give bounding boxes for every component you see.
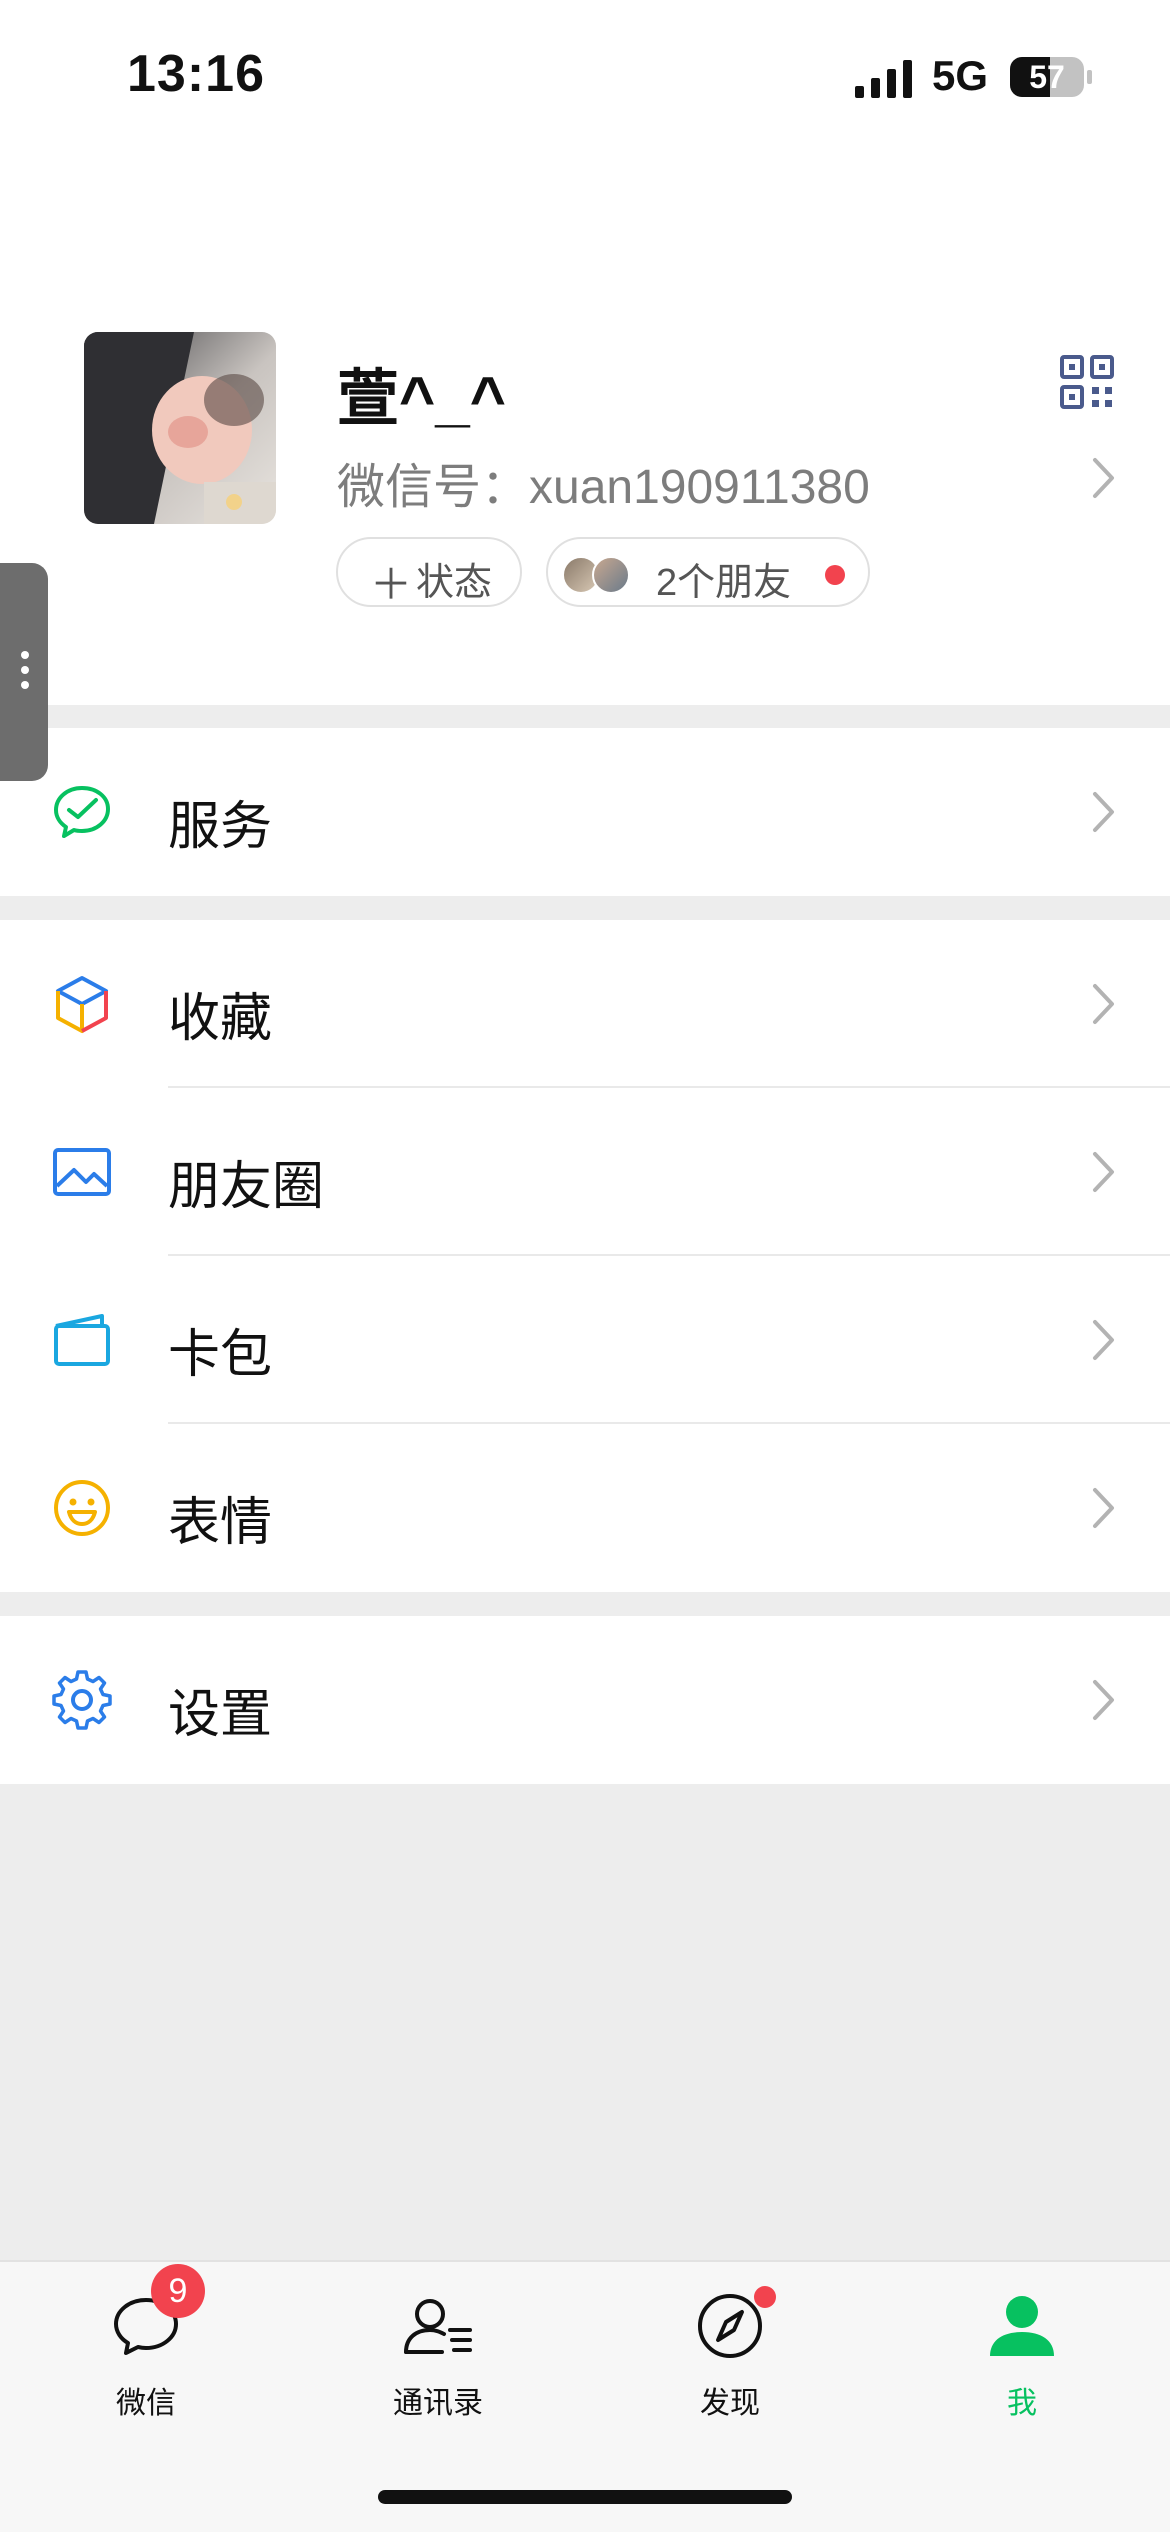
smiley-icon — [54, 1480, 110, 1536]
services-label: 服务 — [168, 798, 273, 856]
plus-icon: ＋ — [370, 561, 413, 608]
qr-code-icon[interactable] — [1060, 355, 1114, 409]
menu-item-favorites[interactable]: 收藏 — [0, 920, 1170, 1088]
friend-avatar — [592, 556, 630, 594]
menu-item-settings[interactable]: 设置 — [0, 1616, 1170, 1784]
chevron-right-icon — [1093, 458, 1114, 498]
contacts-icon — [404, 2299, 472, 2354]
chevron-right-icon — [1093, 984, 1114, 1024]
tab-discover[interactable]: 发现 — [584, 2262, 876, 2442]
add-status-button[interactable]: ＋ 状态 — [336, 537, 522, 608]
main-menu-group: 收藏 朋友圈 卡包 表情 — [0, 920, 1170, 1592]
notification-dot — [825, 565, 845, 585]
battery-icon: 57 — [1010, 57, 1084, 97]
tab-me[interactable]: 我 — [876, 2262, 1168, 2442]
battery-tip — [1087, 70, 1092, 84]
menu-item-stickers[interactable]: 表情 — [0, 1424, 1170, 1592]
status-bar: 13:16 5G 57 — [0, 0, 1170, 150]
more-dots-icon — [21, 651, 29, 696]
stickers-label: 表情 — [168, 1494, 273, 1552]
floating-drag-handle[interactable] — [0, 563, 48, 781]
person-icon — [990, 2296, 1054, 2356]
status-time: 13:16 — [127, 45, 265, 103]
gear-icon — [52, 1670, 112, 1730]
home-indicator — [378, 2490, 792, 2504]
favorites-cube-icon — [56, 976, 108, 1033]
menu-item-cards[interactable]: 卡包 — [0, 1256, 1170, 1424]
profile-nickname: 萱^_^ — [337, 365, 506, 434]
tab-chats-label: 微信 — [116, 2387, 176, 2420]
chevron-right-icon — [1093, 1320, 1114, 1360]
favorites-label: 收藏 — [168, 990, 273, 1048]
tab-contacts-label: 通讯录 — [393, 2387, 483, 2420]
wechat-id: 微信号：xuan190911380 — [337, 461, 870, 514]
avatar[interactable] — [84, 332, 276, 524]
tab-contacts[interactable]: 通讯录 — [292, 2262, 584, 2442]
settings-label: 设置 — [168, 1686, 273, 1744]
network-label: 5G — [932, 52, 989, 99]
settings-group: 设置 — [0, 1616, 1170, 1784]
battery-level: 57 — [1029, 59, 1065, 95]
signal-icon — [855, 60, 912, 98]
profile-header[interactable]: 萱^_^ 微信号：xuan190911380 ＋ 状态 2个朋友 — [0, 150, 1170, 705]
status-label: 状态 — [416, 562, 493, 604]
cards-label: 卡包 — [168, 1326, 273, 1384]
services-icon — [54, 786, 110, 838]
card-wallet-icon — [54, 1314, 110, 1366]
discover-dot — [754, 2286, 776, 2308]
moments-image-icon — [53, 1148, 111, 1196]
chevron-right-icon — [1093, 1488, 1114, 1528]
chevron-right-icon — [1093, 1680, 1114, 1720]
tab-discover-label: 发现 — [700, 2387, 760, 2420]
friends-count-label: 2个朋友 — [656, 562, 792, 604]
menu-item-moments[interactable]: 朋友圈 — [0, 1088, 1170, 1256]
chevron-right-icon — [1093, 792, 1114, 832]
tab-me-label: 我 — [1007, 2387, 1037, 2420]
friends-status-button[interactable]: 2个朋友 — [546, 537, 870, 607]
services-group: 服务 — [0, 728, 1170, 896]
menu-item-services[interactable]: 服务 — [0, 728, 1170, 896]
moments-label: 朋友圈 — [168, 1158, 325, 1216]
tab-chats[interactable]: 9 微信 — [0, 2262, 292, 2442]
chevron-right-icon — [1093, 1152, 1114, 1192]
unread-badge: 9 — [151, 2264, 205, 2318]
